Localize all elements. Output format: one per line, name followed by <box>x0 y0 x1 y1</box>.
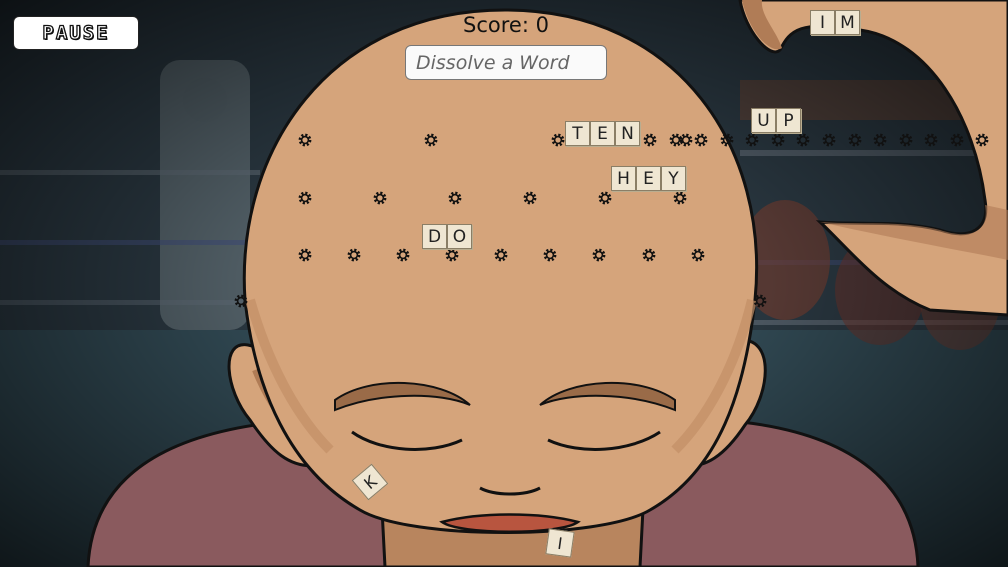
letter-tile: P <box>776 108 801 133</box>
word-tiles-do[interactable]: D O <box>422 224 472 249</box>
pause-button[interactable]: PAUSE <box>13 16 139 50</box>
letter-tile: N <box>615 121 640 146</box>
word-tiles-im[interactable]: I M <box>810 10 860 35</box>
game-scene <box>0 0 1008 567</box>
letter-tile: T <box>565 121 590 146</box>
letter-tile: I <box>810 10 835 35</box>
dissolve-word-input[interactable] <box>405 45 607 80</box>
pause-label: PAUSE <box>42 21 110 44</box>
letter-tile: M <box>835 10 860 35</box>
score-label: Score: <box>463 13 529 37</box>
letter-tile: H <box>611 166 636 191</box>
word-tiles-hey[interactable]: H E Y <box>611 166 686 191</box>
bald-head <box>242 8 759 534</box>
letter-tile: O <box>447 224 472 249</box>
letter-tile: Y <box>661 166 686 191</box>
word-tiles-ten[interactable]: T E N <box>565 121 640 146</box>
score-value: 0 <box>535 13 549 37</box>
letter-tile: E <box>636 166 661 191</box>
letter-tile: E <box>590 121 615 146</box>
word-tiles-up[interactable]: U P <box>751 108 801 133</box>
loose-letter-i[interactable]: I <box>545 528 575 558</box>
letter-tile: U <box>751 108 776 133</box>
score-display: Score: 0 <box>404 13 608 37</box>
letter-tile: D <box>422 224 447 249</box>
